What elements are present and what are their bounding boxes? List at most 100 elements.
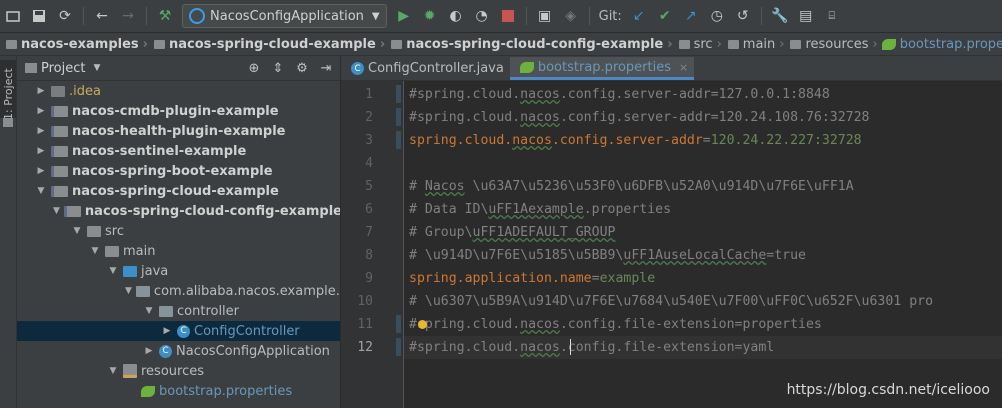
code-line[interactable]: # Nacos \u63A7\u5236\u53F0\u6DFB\u52A0\u… — [409, 175, 854, 198]
tree-item[interactable]: ▼ controller — [17, 301, 340, 321]
tree-item[interactable]: ▶ nacos-health-plugin-example — [17, 121, 340, 141]
code-line[interactable]: #spring.cloud.nacos.config.server-addr=1… — [409, 106, 870, 129]
code-token: uFF1ADEFAULT_GROUP — [472, 225, 616, 240]
expand-right-icon[interactable]: ▶ — [35, 106, 47, 116]
tree-item[interactable]: ▼ nacos-spring-cloud-config-example — [17, 201, 340, 221]
code-line[interactable]: #spring.cloud.nacos.config.file-extensio… — [409, 313, 822, 336]
project-panel-title[interactable]: Project — [41, 61, 85, 76]
git-update-icon[interactable]: ↙ — [628, 5, 650, 27]
back-icon[interactable]: ← — [91, 5, 113, 27]
chevron-down-icon[interactable]: ▼ — [93, 63, 100, 73]
tree-item[interactable]: ▶ nacos-cmdb-plugin-example — [17, 101, 340, 121]
tree-item[interactable]: ▼ nacos-spring-cloud-example — [17, 181, 340, 201]
code-token: .config.file-extension=properties — [559, 317, 822, 332]
code-line[interactable]: spring.cloud.nacos.config.server-addr=12… — [409, 129, 862, 152]
code-token: 120.24.22.227:32728 — [710, 133, 862, 148]
expand-down-icon[interactable]: ▼ — [53, 206, 60, 216]
expand-right-icon[interactable]: ▶ — [35, 146, 47, 156]
attach-icon[interactable]: ▣ — [534, 5, 556, 27]
expand-right-icon[interactable]: ▶ — [35, 86, 47, 96]
code-line[interactable]: #spring.cloud.nacos.config.server-addr=1… — [409, 83, 830, 106]
toolbar-separator — [588, 7, 590, 25]
run-config-select[interactable]: NacosConfigApplication ▼ — [182, 4, 387, 28]
locate-icon[interactable]: ⊕ — [244, 61, 264, 76]
expand-down-icon[interactable]: ▼ — [125, 286, 132, 296]
tree-item-label: .idea — [69, 83, 101, 99]
code-line[interactable]: # \u914D\u7F6E\u5185\u5BB9\uFF1AuseLocal… — [409, 244, 806, 267]
sync-icon[interactable]: ⟳ — [54, 5, 76, 27]
editor-tab[interactable]: bootstrap.properties × — [509, 57, 695, 80]
tree-item[interactable]: ▼ java — [17, 261, 340, 281]
profile-icon[interactable]: ◔ — [471, 5, 493, 27]
tree-item[interactable]: ▼ com.alibaba.nacos.example.sp — [17, 281, 340, 301]
editor-tab[interactable]: C ConfigController.java — [341, 57, 510, 80]
expand-down-icon[interactable]: ▼ — [143, 306, 155, 316]
breadcrumb-label: nacos-spring-cloud-config-example — [406, 36, 664, 52]
collapse-all-icon[interactable]: ⇕ — [268, 61, 288, 76]
expand-right-icon[interactable]: ▶ — [161, 326, 173, 336]
breadcrumb-item[interactable]: nacos-spring-cloud-config-example › — [385, 36, 673, 52]
expand-down-icon[interactable]: ▼ — [107, 366, 119, 376]
lightbulb-icon[interactable] — [418, 320, 427, 329]
run-icon[interactable]: ▶ — [393, 5, 415, 27]
project-structure-icon[interactable]: ▤ — [795, 5, 817, 27]
java-class-icon: C — [351, 62, 364, 75]
code-token: nacos — [520, 317, 560, 332]
code-line[interactable]: # Data ID\uFF1Aexample.properties — [409, 198, 671, 221]
history-icon[interactable]: ◷ — [706, 5, 728, 27]
forward-icon[interactable]: → — [117, 5, 139, 27]
settings-wrench-icon[interactable]: 🔧 — [769, 5, 791, 27]
breadcrumb-item[interactable]: resources › — [784, 37, 878, 52]
tree-item[interactable]: ▼ src — [17, 221, 340, 241]
expand-down-icon[interactable]: ▼ — [35, 186, 47, 196]
tree-item[interactable]: ▼ resources — [17, 361, 340, 381]
stop-icon[interactable] — [497, 5, 519, 27]
tree-item[interactable]: ▶ nacos-sentinel-example — [17, 141, 340, 161]
git-commit-icon[interactable]: ✔ — [654, 5, 676, 27]
debug-icon[interactable]: ✹ — [419, 5, 441, 27]
code-content[interactable]: #spring.cloud.nacos.config.server-addr=1… — [409, 81, 1002, 408]
code-line[interactable]: spring.application.name=example — [409, 267, 655, 290]
tree-item[interactable]: ▼ main — [17, 241, 340, 261]
breadcrumb-label: src — [693, 36, 713, 52]
code-line[interactable]: #spring.cloud.nacos.config.file-extensio… — [409, 336, 774, 359]
update-icon[interactable]: ◈ — [560, 5, 582, 27]
tree-item[interactable]: bootstrap.properties — [17, 381, 340, 401]
tree-item[interactable]: ▶ C ConfigController — [17, 321, 340, 341]
hide-icon[interactable]: ⇥ — [316, 61, 336, 76]
code-token: #spring.cloud. — [409, 340, 521, 355]
project-tool-tab[interactable]: 1: Project — [0, 60, 16, 120]
expand-right-icon[interactable]: ▶ — [35, 126, 47, 136]
code-token: = — [591, 271, 600, 286]
code-token: .properties — [583, 202, 672, 217]
expand-down-icon[interactable]: ▼ — [71, 226, 83, 236]
coverage-icon[interactable]: ◐ — [445, 5, 467, 27]
breadcrumb-item[interactable]: nacos-examples › — [0, 37, 148, 52]
change-marker — [396, 338, 401, 356]
code-token: =true — [766, 248, 806, 263]
code-line[interactable]: # \u6307\u5B9A\u914D\u7F6E\u7684\u540E\u… — [409, 290, 933, 313]
breadcrumb-item[interactable]: src › — [673, 37, 722, 52]
structure-tool-icon[interactable] — [3, 118, 13, 127]
breadcrumb-item[interactable]: bootstrap.properties — [878, 37, 1002, 52]
breadcrumb-item[interactable]: nacos-spring-cloud-example › — [148, 37, 385, 52]
build-hammer-icon[interactable]: ⚒ — [154, 5, 176, 27]
folder-open-icon[interactable] — [2, 5, 24, 27]
gear-icon[interactable]: ⚙ — [292, 61, 312, 76]
expand-right-icon[interactable]: ▶ — [35, 166, 47, 176]
module-icon — [51, 185, 68, 197]
git-push-icon[interactable]: ↗ — [680, 5, 702, 27]
code-line[interactable]: # Group\uFF1ADEFAULT_GROUP — [409, 221, 615, 244]
close-icon[interactable]: × — [679, 61, 688, 74]
expand-down-icon[interactable]: ▼ — [89, 246, 101, 256]
save-icon[interactable] — [28, 5, 50, 27]
tree-item[interactable]: ▶ nacos-spring-boot-example — [17, 161, 340, 181]
tree-item-label: controller — [177, 303, 240, 319]
breadcrumb-item[interactable]: main › — [722, 37, 784, 52]
expand-right-icon[interactable]: ▶ — [143, 346, 155, 356]
tree-item[interactable]: ▶ .idea — [17, 81, 340, 101]
expand-down-icon[interactable]: ▼ — [107, 266, 119, 276]
yaml-icon[interactable]: ⌸ — [821, 5, 843, 27]
tree-item[interactable]: ▶ C NacosConfigApplication — [17, 341, 340, 361]
revert-icon[interactable]: ↺ — [732, 5, 754, 27]
